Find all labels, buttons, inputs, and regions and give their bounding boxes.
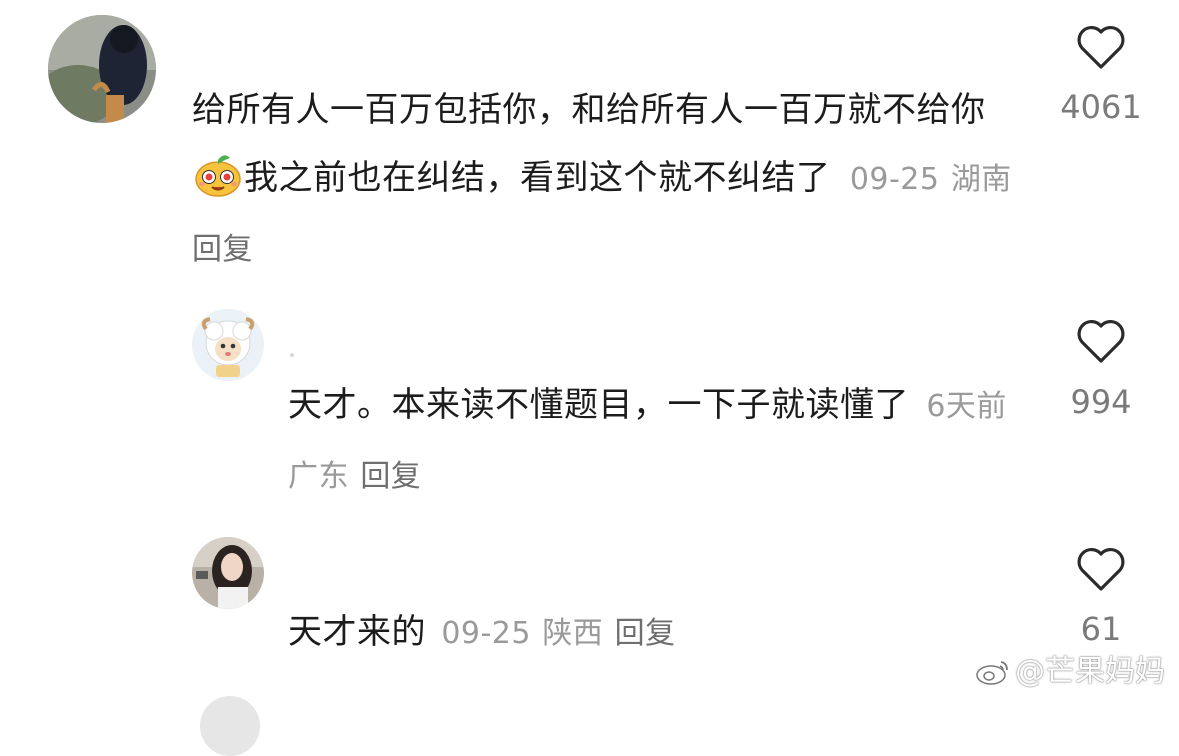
comment-text-part: 给所有人一百万包括你，和给所有人一百万就不给你 (192, 90, 986, 130)
reply-button[interactable]: 回复 (360, 459, 421, 494)
comment-date: 09-25 (849, 162, 940, 197)
comment-text-part: 天才来的 (288, 612, 426, 652)
like-count: 4061 (1060, 88, 1142, 126)
reply-button[interactable]: 回复 (615, 616, 676, 651)
smiling-character-emoji (195, 155, 241, 197)
watermark: @芒果妈妈 (975, 646, 1165, 690)
avatar-photo (48, 15, 156, 123)
divider-dot (290, 353, 294, 357)
like-count: 61 (1080, 610, 1122, 648)
watermark-text: @芒果妈妈 (1015, 654, 1165, 689)
like-count: 994 (1070, 383, 1132, 421)
sheep-cartoon-avatar (192, 309, 264, 381)
heart-outline-icon[interactable] (1075, 317, 1127, 365)
comment-date: 09-25 (441, 616, 531, 651)
comment-location: 广东 (288, 459, 349, 494)
heart-outline-icon[interactable] (1075, 23, 1127, 71)
comment-text: 给所有人一百万包括你，和给所有人一百万就不给你 我之前也在纠结，看到这个就不纠结… (192, 76, 1012, 284)
comment-location: 陕西 (542, 616, 604, 651)
avatar[interactable] (200, 696, 260, 756)
comment-text-part: 我之前也在纠结，看到这个就不纠结了 (244, 158, 831, 198)
comment-text-part: 天才。本来读不懂题目，一下子就读懂了 (288, 385, 909, 425)
weibo-logo-icon (976, 661, 1008, 685)
avatar[interactable] (48, 15, 156, 123)
avatar[interactable] (192, 309, 264, 381)
heart-outline-icon[interactable] (1075, 545, 1127, 593)
avatar-photo (192, 537, 264, 609)
comment-text: 天才。本来读不懂题目，一下子就读懂了 6天前 广东 回复 (288, 371, 1018, 511)
comment-location: 湖南 (950, 162, 1012, 197)
comment-text: 天才来的 09-25 陕西 回复 (288, 598, 1018, 668)
comment-date: 6天前 (926, 389, 1007, 424)
reply-button[interactable]: 回复 (192, 232, 253, 267)
avatar[interactable] (192, 537, 264, 609)
